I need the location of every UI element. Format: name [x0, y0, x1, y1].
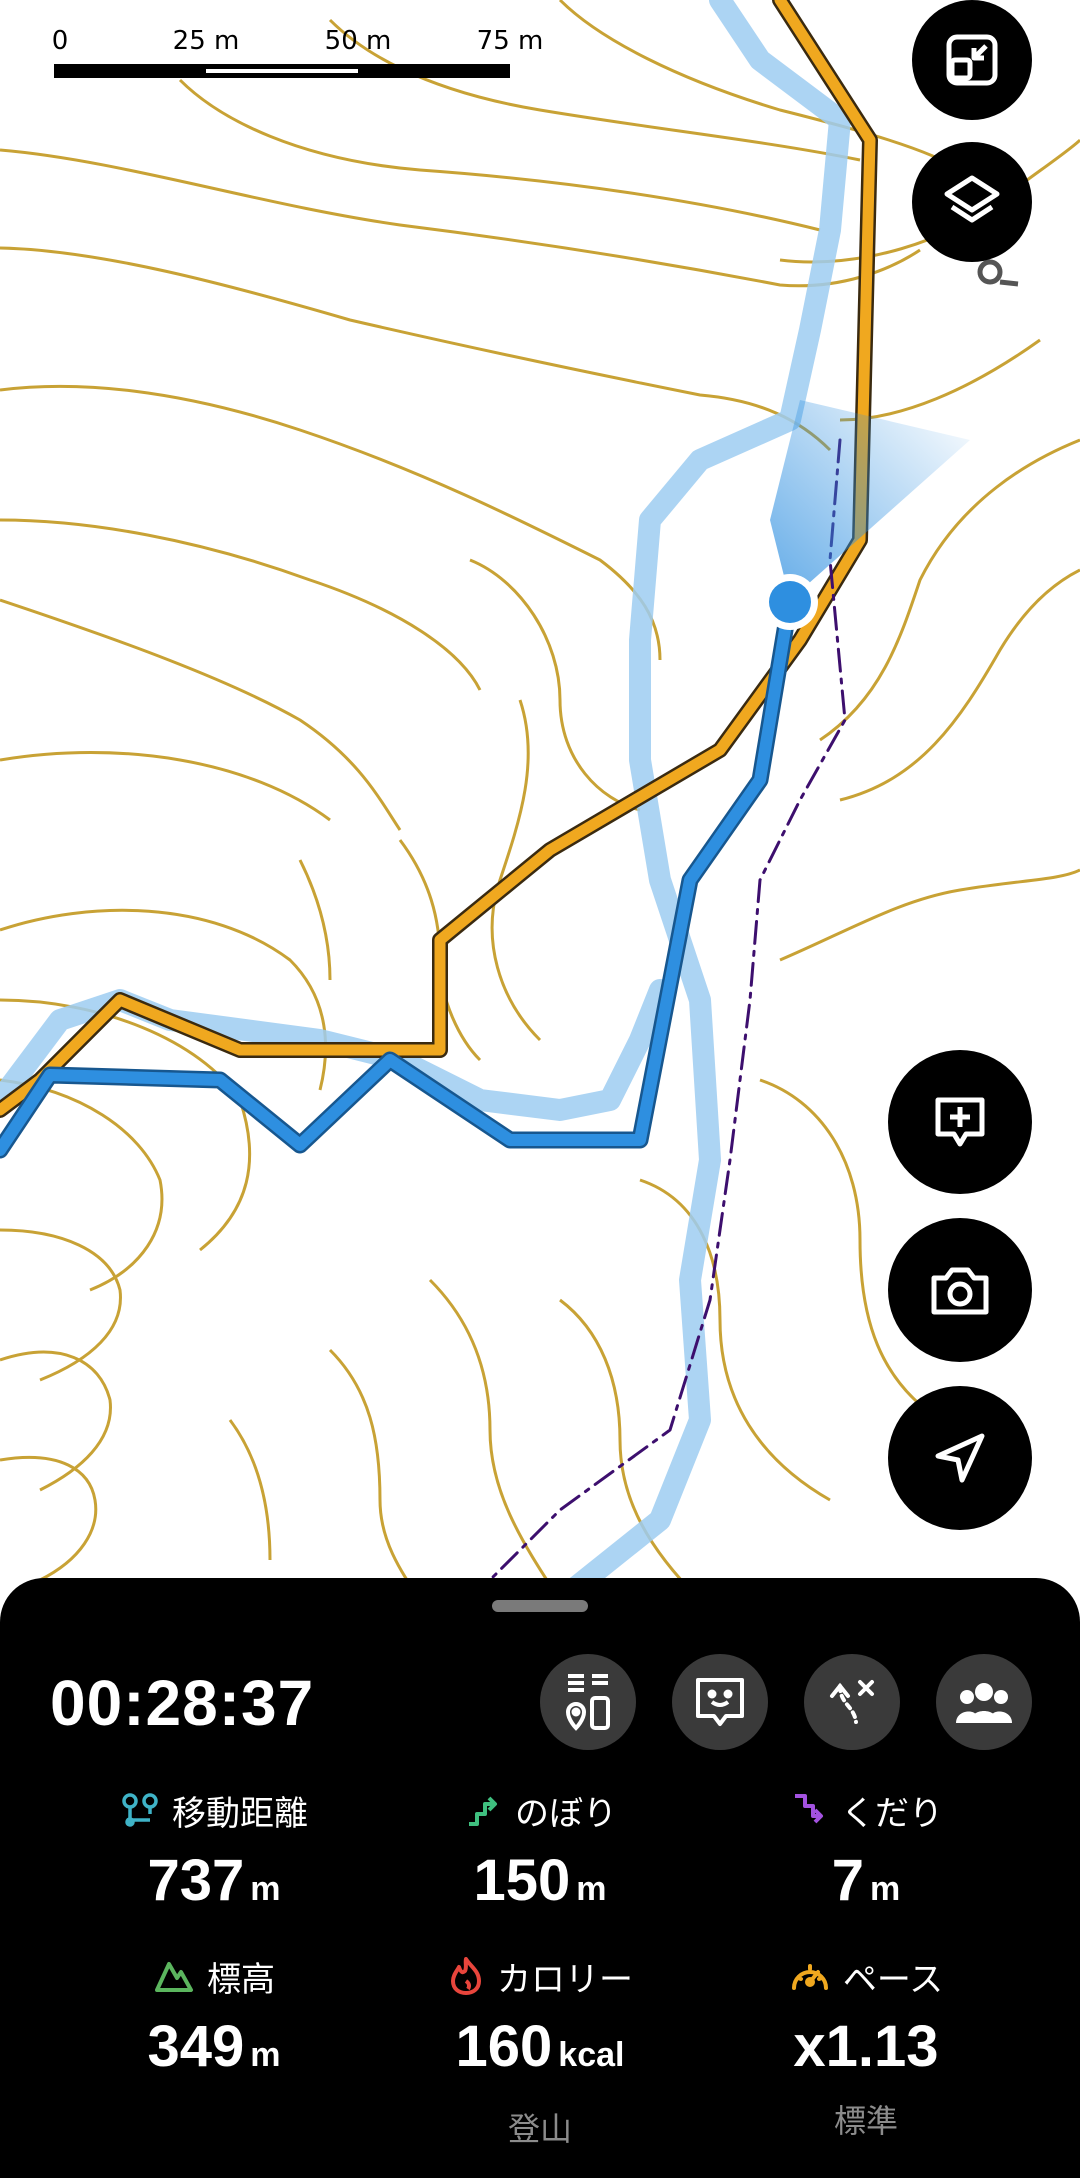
sheet-drag-handle[interactable] — [492, 1600, 588, 1612]
minimize-map-button[interactable] — [912, 0, 1032, 120]
minimize-icon — [946, 34, 998, 86]
scale-label-0: 0 — [51, 26, 69, 56]
scale-label-50: 50 m — [324, 26, 392, 56]
search-partial-icon — [977, 259, 1019, 287]
chat-face-icon — [696, 1678, 744, 1726]
distance-unit: m — [250, 1870, 281, 1908]
routes — [0, 0, 878, 1600]
current-location-marker — [762, 574, 818, 630]
elevation-value: 349 — [147, 2014, 245, 2079]
descent-icon — [795, 1794, 823, 1824]
route-tool-button[interactable] — [804, 1654, 900, 1750]
stat-pace: ペース x1.13 標準 — [696, 1954, 1036, 2142]
pace-level-label: 標準 — [833, 2102, 898, 2140]
distance-label: 移動距離 — [172, 1793, 308, 1834]
flame-icon — [451, 1957, 481, 1995]
elevation-unit: m — [250, 2036, 281, 2074]
pace-label: ペース — [842, 1959, 944, 2000]
layers-button[interactable] — [912, 142, 1032, 262]
scale-label-75: 75 m — [476, 26, 544, 56]
descent-value: 7 — [831, 1848, 865, 1913]
stat-calories: カロリー 160 kcal 登山 — [370, 1954, 710, 2150]
chat-tool-button[interactable] — [672, 1654, 768, 1750]
calories-unit: kcal — [558, 2036, 625, 2074]
add-note-button[interactable] — [888, 1050, 1032, 1194]
scale-bar-graphic — [54, 64, 510, 78]
descent-unit: m — [870, 1870, 901, 1908]
elapsed-time: 00:28:37 — [50, 1667, 315, 1739]
group-tool-button[interactable] — [936, 1654, 1032, 1750]
stat-ascent: のぼり 150 m — [370, 1788, 710, 1920]
contour-lines — [0, 0, 1080, 1600]
mountain-icon — [155, 1962, 193, 1992]
navigate-button[interactable] — [888, 1386, 1032, 1530]
navigation-arrow-icon — [935, 1433, 985, 1483]
route-off-icon — [830, 1680, 874, 1724]
stat-distance: 移動距離 737 m — [44, 1788, 384, 1920]
pace-value: x1.13 — [793, 2014, 939, 2079]
camera-button[interactable] — [888, 1218, 1032, 1362]
layers-icon — [944, 175, 1000, 223]
activity-panel[interactable]: 00:28:37 移動距離 737 m のぼり 150 m くだり 7 m 標高… — [0, 1578, 1080, 2178]
ascent-label: のぼり — [515, 1793, 617, 1834]
stat-elevation: 標高 349 m — [44, 1954, 384, 2086]
calories-label: カロリー — [497, 1959, 633, 2000]
camera-icon — [931, 1267, 989, 1315]
speedometer-icon — [791, 1964, 828, 1990]
descent-label: くだり — [841, 1793, 943, 1834]
scale-label-25: 25 m — [172, 26, 240, 56]
map-canvas[interactable] — [0, 0, 1080, 1600]
group-icon — [956, 1683, 1012, 1723]
stat-descent: くだり 7m — [696, 1788, 1036, 1920]
distance-value: 737 — [147, 1848, 245, 1913]
calories-value: 160 — [455, 2014, 553, 2079]
activity-type-label: 登山 — [507, 2110, 572, 2148]
scale-bar: 0 25 m 50 m 75 m — [51, 26, 543, 86]
altitude-tool-button[interactable] — [540, 1654, 636, 1750]
route-icon — [122, 1793, 158, 1827]
add-note-icon — [935, 1097, 985, 1147]
altitude-bars-icon — [565, 1674, 610, 1731]
ascent-unit: m — [576, 1870, 607, 1908]
ascent-icon — [469, 1796, 497, 1826]
ascent-value: 150 — [473, 1848, 571, 1913]
alt-route-line — [549, 0, 851, 1600]
elevation-label: 標高 — [207, 1959, 275, 2000]
topographic-map[interactable] — [0, 0, 1080, 1600]
heading-beam — [770, 400, 970, 600]
